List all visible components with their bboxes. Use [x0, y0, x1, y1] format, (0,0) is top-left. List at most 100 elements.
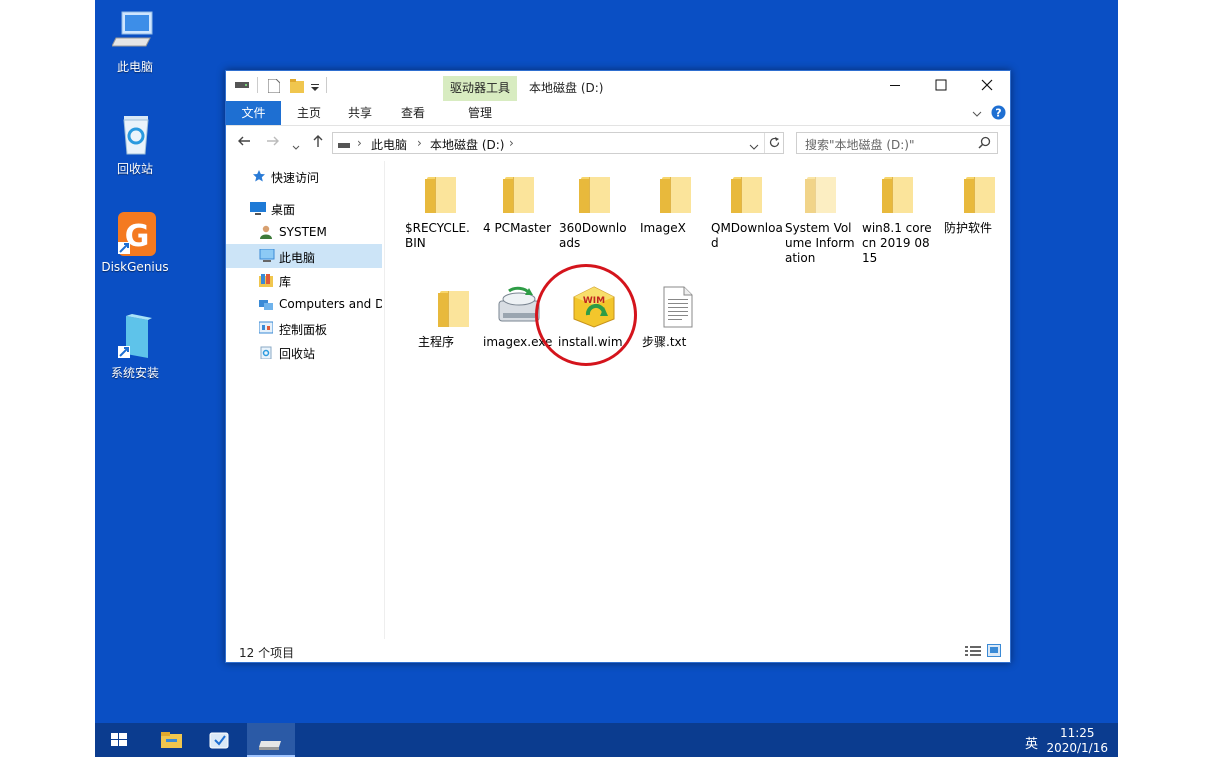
taskbar: 英 11:25 2020/1/16 [95, 723, 1118, 757]
recycle-bin-icon [112, 110, 158, 156]
nav-network[interactable]: Computers and D [226, 292, 382, 316]
properties-icon[interactable] [267, 78, 281, 96]
tool-taskbar-icon[interactable] [195, 723, 243, 757]
window-title: 本地磁盘 (D:) [529, 81, 604, 95]
file-explorer-window: 驱动器工具 本地磁盘 (D:) 文件 主页 共享 查看 管理 ? › 此电脑 ›… [225, 70, 1011, 663]
breadcrumb-separator: › [357, 136, 362, 150]
search-input[interactable]: 搜索"本地磁盘 (D:)" [796, 132, 998, 154]
ribbon-tabs: 文件 主页 共享 查看 管理 ? [226, 101, 1010, 126]
nav-desktop[interactable]: 桌面 [226, 196, 382, 220]
large-icons-view-icon[interactable] [987, 644, 1001, 660]
file-item-win81-folder[interactable]: win8.1 core cn 2019 0815 [862, 171, 934, 266]
expand-ribbon-icon[interactable] [972, 107, 982, 121]
nav-label: 控制面板 [279, 323, 328, 337]
breadcrumb-drive-d[interactable]: 本地磁盘 (D:) [430, 136, 504, 153]
imagex-exe-icon [498, 285, 540, 329]
tab-manage[interactable]: 管理 [443, 101, 517, 125]
diskgenius-icon: G [112, 210, 158, 256]
start-button[interactable] [95, 723, 143, 757]
minimize-button[interactable] [872, 71, 918, 101]
tab-home[interactable]: 主页 [286, 101, 332, 125]
nav-label: 此电脑 [279, 251, 316, 265]
file-item-360downloads-folder[interactable]: 360Downloads [559, 171, 631, 251]
nav-label: 桌面 [271, 203, 296, 217]
recent-locations-icon[interactable] [292, 139, 300, 155]
maximize-button[interactable] [918, 71, 964, 101]
tab-view[interactable]: 查看 [390, 101, 436, 125]
clock[interactable]: 11:25 2020/1/16 [1046, 726, 1108, 756]
network-icon [259, 297, 273, 311]
file-item-imagex-folder[interactable]: ImageX [640, 171, 712, 236]
help-icon[interactable]: ? [991, 105, 1006, 123]
file-explorer-taskbar-icon[interactable] [147, 723, 195, 757]
user-icon [259, 225, 273, 239]
nav-label: Computers and D [279, 297, 382, 311]
drive-icon [338, 139, 350, 153]
file-item-recycle-bin-folder[interactable]: $RECYCLE.BIN [405, 171, 477, 251]
folder-icon [436, 285, 472, 329]
file-item-system-volume-folder[interactable]: System Volume Information [785, 171, 857, 266]
file-item-pcmaster-folder[interactable]: 4 PCMaster [483, 171, 555, 236]
refresh-icon[interactable] [768, 136, 781, 152]
tab-share[interactable]: 共享 [337, 101, 383, 125]
library-icon [259, 273, 273, 287]
nav-label: 回收站 [279, 347, 316, 361]
separator [764, 133, 765, 153]
clock-time: 11:25 [1059, 726, 1095, 740]
file-item-steps-txt[interactable]: 步骤.txt [642, 285, 714, 350]
breadcrumb-this-pc[interactable]: 此电脑 [371, 136, 407, 153]
nav-control-panel[interactable]: 控制面板 [226, 316, 382, 340]
desktop-icon-recycle-bin[interactable]: 回收站 [95, 110, 175, 177]
folder-icon [803, 171, 839, 215]
nav-label: 库 [279, 275, 292, 289]
nav-label: SYSTEM [279, 225, 327, 239]
nav-library[interactable]: 库 [226, 268, 382, 292]
folder-icon [880, 171, 916, 215]
file-name: $RECYCLE.BIN [405, 221, 470, 250]
nav-recycle-bin[interactable]: 回收站 [226, 340, 382, 364]
navigation-bar: › 此电脑 › 本地磁盘 (D:) › 搜索"本地磁盘 (D:)" [226, 126, 1010, 160]
file-name: win8.1 core cn 2019 0815 [862, 221, 932, 265]
desktop-icon-label: DiskGenius [101, 260, 169, 274]
item-count: 12 个项目 [239, 646, 295, 660]
address-dropdown-icon[interactable] [749, 140, 759, 154]
navigation-pane: 快速访问 桌面 SYSTEM 此电脑 库 Computers and D 控制面… [226, 161, 385, 639]
folder-icon [962, 171, 998, 215]
input-method-indicator[interactable]: 英 [1025, 733, 1038, 752]
forward-arrow-icon[interactable] [266, 134, 280, 152]
breadcrumb-separator: › [417, 136, 422, 150]
file-name: ImageX [640, 221, 686, 235]
desktop-icon-this-pc[interactable]: 此电脑 [95, 8, 175, 75]
file-item-protection-software-folder[interactable]: 防护软件 [944, 171, 1016, 236]
desktop-icon-diskgenius[interactable]: G DiskGenius [95, 210, 175, 274]
file-name: 主程序 [418, 335, 455, 349]
file-name: 防护软件 [944, 221, 993, 235]
address-bar[interactable]: › 此电脑 › 本地磁盘 (D:) › [332, 132, 784, 154]
search-icon[interactable] [978, 136, 991, 152]
file-item-main-program-folder[interactable]: 主程序 [418, 285, 490, 350]
back-arrow-icon[interactable] [237, 134, 251, 152]
new-folder-icon[interactable] [290, 79, 304, 96]
folder-icon [501, 171, 537, 215]
file-name: System Volume Information [785, 221, 855, 265]
close-button[interactable] [964, 71, 1010, 101]
highlight-circle [535, 264, 637, 366]
folder-icon [423, 171, 459, 215]
file-item-qmdownload-folder[interactable]: QMDownload [711, 171, 783, 251]
star-icon [252, 169, 266, 183]
breadcrumb-separator: › [509, 136, 514, 150]
nav-system[interactable]: SYSTEM [226, 220, 382, 244]
desktop-icon-system-install[interactable]: 系统安装 [95, 314, 175, 381]
details-view-icon[interactable] [965, 645, 981, 660]
recycle-bin-icon [259, 345, 273, 360]
customize-qat-icon[interactable] [310, 81, 320, 95]
title-bar[interactable]: 驱动器工具 本地磁盘 (D:) [226, 71, 1010, 101]
tab-file[interactable]: 文件 [226, 101, 281, 125]
drive-tools-context-tab: 驱动器工具 [443, 76, 517, 101]
nav-this-pc[interactable]: 此电脑 [226, 244, 382, 268]
desktop-icon-label: 此电脑 [116, 60, 153, 74]
separator [326, 77, 327, 93]
up-arrow-icon[interactable] [311, 134, 325, 152]
nav-quick-access[interactable]: 快速访问 [226, 164, 382, 188]
drive-taskbar-icon[interactable] [247, 723, 295, 757]
